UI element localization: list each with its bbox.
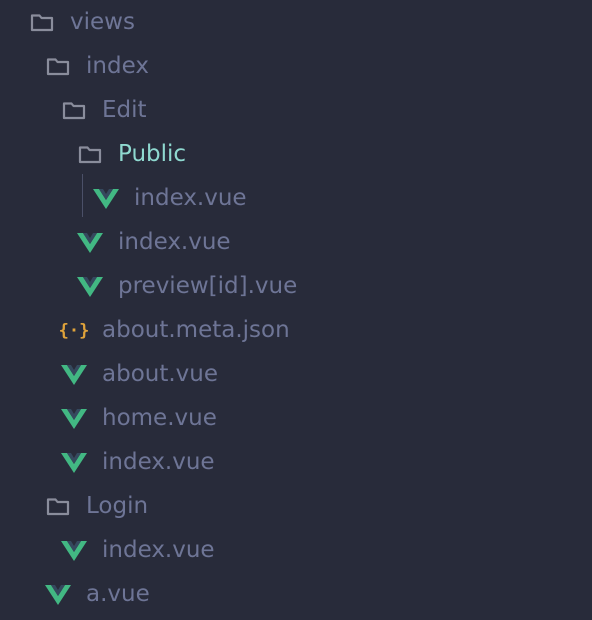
tree-item-label: home.vue bbox=[102, 405, 217, 431]
svg-text:{·}: {·} bbox=[60, 321, 88, 341]
tree-item-label: Login bbox=[86, 493, 149, 519]
tree-file[interactable]: index.vue bbox=[0, 528, 592, 572]
vue-file-icon bbox=[92, 184, 120, 212]
tree-file[interactable]: {·} about.meta.json bbox=[0, 308, 592, 352]
tree-item-label: index.vue bbox=[118, 229, 231, 255]
folder-icon bbox=[60, 96, 88, 124]
folder-icon bbox=[44, 492, 72, 520]
tree-item-label: about.meta.json bbox=[102, 317, 290, 343]
tree-file[interactable]: preview[id].vue bbox=[0, 264, 592, 308]
tree-folder[interactable]: Public bbox=[0, 132, 592, 176]
folder-icon bbox=[76, 140, 104, 168]
tree-folder[interactable]: Edit bbox=[0, 88, 592, 132]
tree-item-label: preview[id].vue bbox=[118, 273, 298, 299]
tree-item-label: about.vue bbox=[102, 361, 219, 387]
vue-file-icon bbox=[60, 404, 88, 432]
vue-file-icon bbox=[76, 272, 104, 300]
tree-folder[interactable]: views bbox=[0, 0, 592, 44]
vue-file-icon bbox=[44, 580, 72, 608]
file-explorer-tree: views index Edit Public index.vue index.vue pr… bbox=[0, 0, 592, 620]
tree-file[interactable]: home.vue bbox=[0, 396, 592, 440]
vue-file-icon bbox=[60, 448, 88, 476]
tree-item-label: index bbox=[86, 53, 149, 79]
json-file-icon: {·} bbox=[59, 316, 90, 344]
tree-item-label: Public bbox=[118, 141, 187, 167]
tree-item-label: index.vue bbox=[102, 449, 215, 475]
vue-file-icon bbox=[60, 360, 88, 388]
tree-folder[interactable]: Login bbox=[0, 484, 592, 528]
tree-item-label: index.vue bbox=[102, 537, 215, 563]
tree-file[interactable]: a.vue bbox=[0, 572, 592, 616]
vue-file-icon bbox=[76, 228, 104, 256]
folder-icon bbox=[44, 52, 72, 80]
tree-item-label: views bbox=[70, 9, 135, 35]
vue-file-icon bbox=[60, 536, 88, 564]
folder-icon bbox=[28, 8, 56, 36]
tree-item-label: a.vue bbox=[86, 581, 150, 607]
tree-item-label: Edit bbox=[102, 97, 147, 123]
tree-folder[interactable]: index bbox=[0, 44, 592, 88]
tree-file[interactable]: index.vue bbox=[0, 220, 592, 264]
tree-file[interactable]: index.vue bbox=[0, 440, 592, 484]
tree-file[interactable]: about.vue bbox=[0, 352, 592, 396]
tree-item-label: index.vue bbox=[134, 185, 247, 211]
tree-file[interactable]: index.vue bbox=[0, 176, 592, 220]
